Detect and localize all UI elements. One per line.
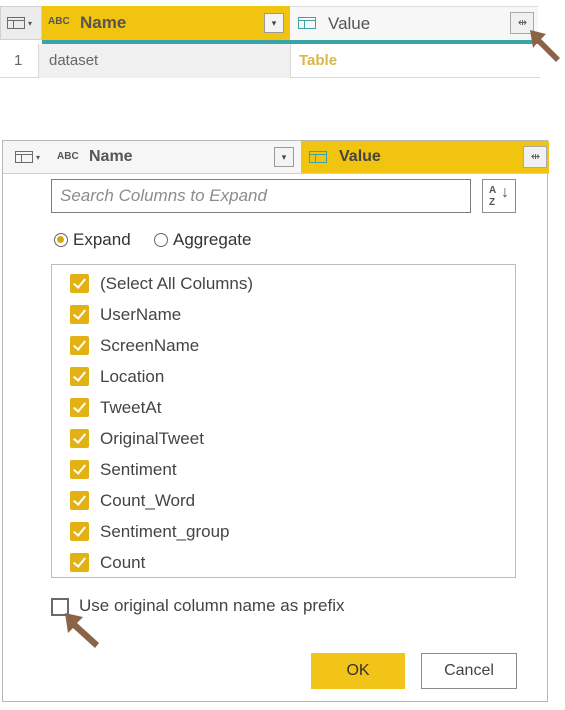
sort-a-letter: A <box>489 185 497 196</box>
pointer-arrow-icon <box>63 611 103 651</box>
checkbox[interactable] <box>70 429 89 448</box>
column-option-label: Sentiment <box>100 460 177 479</box>
table-column-type-icon <box>309 151 327 163</box>
checkbox[interactable] <box>70 367 89 386</box>
column-option-label: ScreenName <box>100 336 200 355</box>
expand-radio[interactable] <box>54 233 68 247</box>
table-column-type-icon <box>298 17 316 29</box>
sort-arrow-icon: ↓ <box>501 184 509 201</box>
checkbox[interactable] <box>70 460 89 479</box>
table-link[interactable]: Table <box>299 52 337 69</box>
checkbox[interactable] <box>70 305 89 324</box>
row-number: 1 <box>14 52 23 69</box>
sort-z-letter: Z <box>489 197 496 208</box>
column-header-value[interactable]: Value ⇹ <box>301 141 549 173</box>
cell-value: dataset <box>49 52 99 69</box>
chevron-down-icon: ▾ <box>36 153 41 162</box>
ok-button[interactable]: OK <box>311 653 405 689</box>
column-header-label: Name <box>80 13 127 32</box>
text-type-icon: ABC <box>48 16 70 27</box>
column-header-name[interactable]: ABC Name ▾ <box>42 6 290 40</box>
expand-column-button[interactable]: ⇹ <box>523 146 547 168</box>
pointer-arrow-icon <box>528 28 564 64</box>
column-option-label: Sentiment_group <box>100 522 230 541</box>
column-header-label: Value <box>328 14 371 33</box>
column-checklist[interactable]: (Select All Columns) UserName ScreenName… <box>51 264 516 578</box>
table-icon <box>7 17 25 29</box>
table-icon[interactable] <box>15 151 33 163</box>
table-row[interactable]: 1 dataset Table <box>0 44 540 78</box>
dialog-column-header: ▾ ABC Name ▾ Value ⇹ <box>3 141 549 174</box>
column-option-label: UserName <box>100 305 182 324</box>
search-columns-input[interactable]: Search Columns to Expand <box>51 179 471 213</box>
checkbox[interactable] <box>70 553 89 572</box>
chevron-down-icon: ▾ <box>28 19 33 28</box>
expand-columns-dialog: ▾ ABC Name ▾ Value ⇹ Search Columns to E… <box>2 140 549 702</box>
column-option-label: TweetAt <box>100 398 162 417</box>
checkbox[interactable] <box>70 274 89 293</box>
column-option-label: (Select All Columns) <box>100 274 254 293</box>
column-header-label: Name <box>89 148 133 165</box>
checkbox[interactable] <box>70 336 89 355</box>
checkbox[interactable] <box>70 491 89 510</box>
row-cell-name[interactable]: dataset <box>38 44 291 78</box>
sort-az-button[interactable]: A Z ↓ <box>482 179 516 213</box>
column-header-label: Value <box>339 148 381 165</box>
expand-radio-label: Expand <box>73 230 131 249</box>
column-option-label: Location <box>100 367 165 386</box>
column-dropdown-button[interactable]: ▾ <box>274 147 294 167</box>
aggregate-radio[interactable] <box>154 233 168 247</box>
column-option-label: OriginalTweet <box>100 429 204 448</box>
column-dropdown-button[interactable]: ▾ <box>264 13 284 33</box>
text-type-icon: ABC <box>57 151 79 162</box>
table-menu-cell[interactable]: ▾ <box>0 6 42 40</box>
aggregate-radio-label: Aggregate <box>173 230 252 249</box>
column-option-label: Count <box>100 553 146 572</box>
cancel-button[interactable]: Cancel <box>421 653 517 689</box>
checkbox[interactable] <box>70 522 89 541</box>
use-prefix-label: Use original column name as prefix <box>79 596 345 615</box>
column-header-value[interactable]: Value ⇹ <box>290 6 538 40</box>
column-option-label: Count_Word <box>100 491 196 510</box>
row-cell-value[interactable]: Table <box>290 44 541 78</box>
checkbox[interactable] <box>70 398 89 417</box>
query-grid: ▾ ABC Name ▾ Value ⇹ 1 dataset Table <box>0 0 560 82</box>
